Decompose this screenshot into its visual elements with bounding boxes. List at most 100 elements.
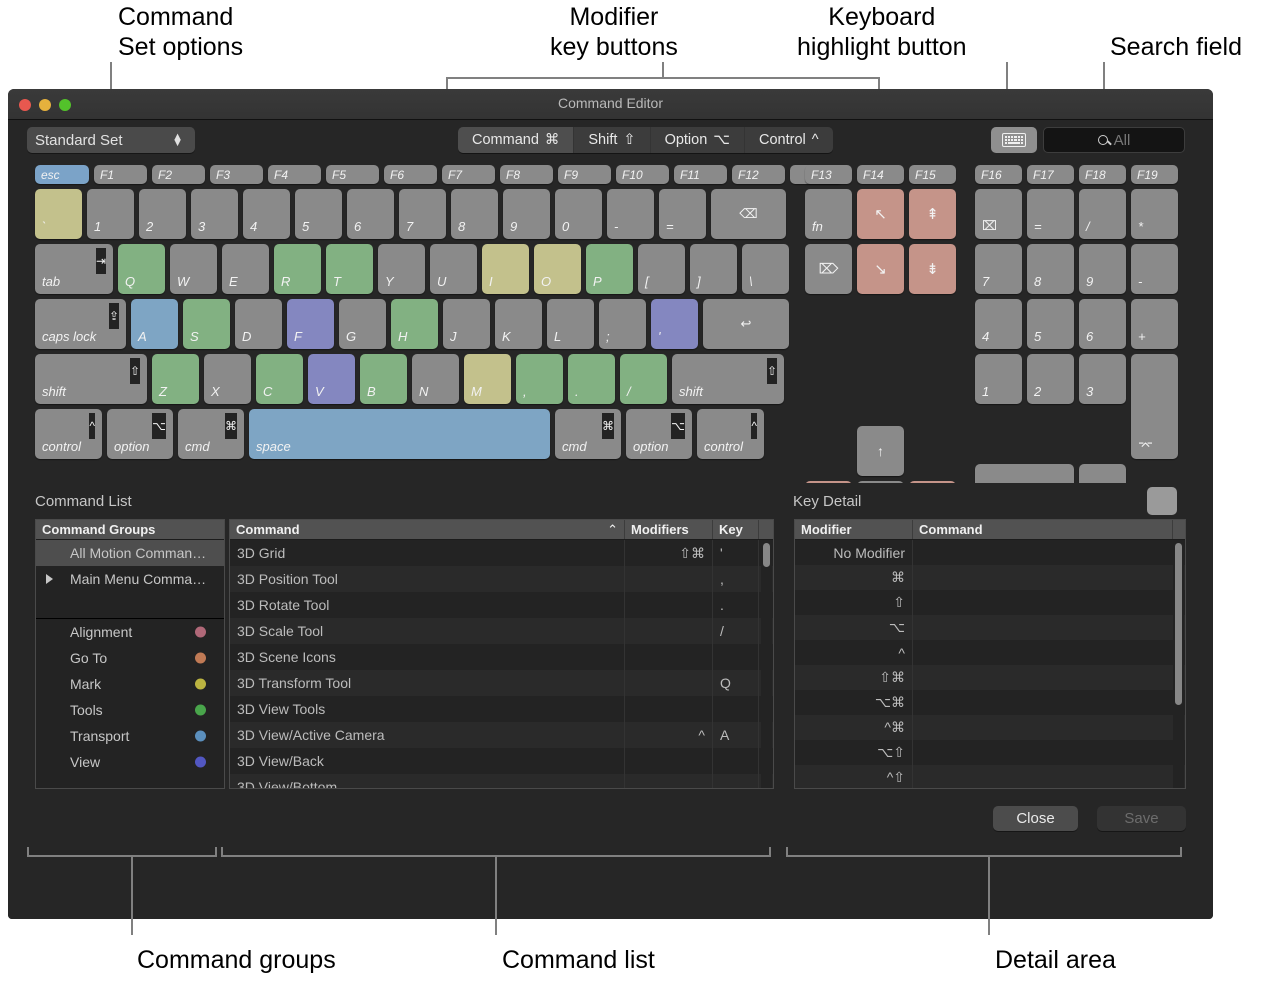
group-row-transport[interactable]: Transport bbox=[36, 723, 224, 749]
modifier-button-option[interactable]: Option ⌥ bbox=[651, 127, 745, 153]
group-row-main-menu-commands[interactable]: Main Menu Comma… bbox=[36, 566, 224, 592]
command-set-popup[interactable]: Standard Set ▲▼ bbox=[27, 127, 195, 153]
table-row[interactable]: No Modifier bbox=[795, 540, 1185, 565]
group-row-view[interactable]: View bbox=[36, 749, 224, 775]
group-row-go-to[interactable]: Go To bbox=[36, 645, 224, 671]
key-minus[interactable]: - bbox=[607, 189, 654, 239]
key-f5[interactable]: F5 bbox=[326, 165, 379, 184]
key-i[interactable]: I bbox=[482, 244, 529, 294]
key-f12[interactable]: F12 bbox=[732, 165, 785, 184]
table-row[interactable]: ⌥⌘ bbox=[795, 690, 1185, 715]
key-f2[interactable]: F2 bbox=[152, 165, 205, 184]
table-row[interactable]: 3D Transform ToolQ bbox=[230, 670, 773, 696]
key-numpad-1[interactable]: 1 bbox=[975, 354, 1022, 404]
group-row-all-motion-commands[interactable]: All Motion Comman… bbox=[36, 540, 224, 566]
key-k[interactable]: K bbox=[495, 299, 542, 349]
key-f4[interactable]: F4 bbox=[268, 165, 321, 184]
key-numpad-3[interactable]: 3 bbox=[1079, 354, 1126, 404]
key-cmd-right[interactable]: ⌘cmd bbox=[555, 409, 621, 459]
key-slash[interactable]: / bbox=[620, 354, 667, 404]
key-u[interactable]: U bbox=[430, 244, 477, 294]
key-arrow-up[interactable]: ↑ bbox=[857, 426, 904, 476]
key-f7[interactable]: F7 bbox=[442, 165, 495, 184]
table-row[interactable]: 3D View/Active Camera^A bbox=[230, 722, 773, 748]
key-quote[interactable]: ' bbox=[651, 299, 698, 349]
table-row[interactable]: ^⇧ bbox=[795, 765, 1185, 789]
key-w[interactable]: W bbox=[170, 244, 217, 294]
key-comma[interactable]: , bbox=[516, 354, 563, 404]
table-row[interactable]: 3D View/Back bbox=[230, 748, 773, 774]
key-period[interactable]: . bbox=[568, 354, 615, 404]
table-row[interactable]: ⇧ bbox=[795, 590, 1185, 615]
table-row[interactable]: 3D Grid⇧⌘' bbox=[230, 540, 773, 566]
key-r[interactable]: R bbox=[274, 244, 321, 294]
key-detail-scrollbar[interactable] bbox=[1173, 540, 1184, 788]
key-f1[interactable]: F1 bbox=[94, 165, 147, 184]
modifier-button-control[interactable]: Control ^ bbox=[745, 127, 833, 153]
key-space[interactable]: space bbox=[249, 409, 550, 459]
key-f3[interactable]: F3 bbox=[210, 165, 263, 184]
key-esc[interactable]: esc bbox=[35, 165, 89, 184]
search-field[interactable]: All bbox=[1043, 127, 1185, 153]
key-numpad-divide[interactable]: / bbox=[1079, 189, 1126, 239]
key-page-up[interactable]: ⇞ bbox=[909, 189, 956, 239]
key-3[interactable]: 3 bbox=[191, 189, 238, 239]
key-numpad-5[interactable]: 5 bbox=[1027, 299, 1074, 349]
key-s[interactable]: S bbox=[183, 299, 230, 349]
key-b[interactable]: B bbox=[360, 354, 407, 404]
key-semicolon[interactable]: ; bbox=[599, 299, 646, 349]
key-backtick[interactable]: ` bbox=[35, 189, 82, 239]
modifier-button-shift[interactable]: Shift ⇧ bbox=[574, 127, 650, 153]
key-f11[interactable]: F11 bbox=[674, 165, 727, 184]
key-q[interactable]: Q bbox=[118, 244, 165, 294]
key-home[interactable]: ↖ bbox=[857, 189, 904, 239]
key-9[interactable]: 9 bbox=[503, 189, 550, 239]
key-option-right[interactable]: ⌥option bbox=[626, 409, 692, 459]
table-row[interactable]: 3D Scene Icons bbox=[230, 644, 773, 670]
key-y[interactable]: Y bbox=[378, 244, 425, 294]
scrollbar-thumb[interactable] bbox=[763, 543, 770, 567]
table-row[interactable]: 3D View Tools bbox=[230, 696, 773, 722]
key-f16[interactable]: F16 bbox=[975, 165, 1022, 184]
key-numpad-9[interactable]: 9 bbox=[1079, 244, 1126, 294]
key-2[interactable]: 2 bbox=[139, 189, 186, 239]
key-forward-delete[interactable]: ⌦ bbox=[805, 244, 852, 294]
key-shift-right[interactable]: ⇧shift bbox=[672, 354, 784, 404]
key-numpad-2[interactable]: 2 bbox=[1027, 354, 1074, 404]
key-numpad-multiply[interactable]: * bbox=[1131, 189, 1178, 239]
key-7[interactable]: 7 bbox=[399, 189, 446, 239]
key-8[interactable]: 8 bbox=[451, 189, 498, 239]
keyboard-highlight-button[interactable] bbox=[991, 127, 1037, 153]
key-z[interactable]: Z bbox=[152, 354, 199, 404]
table-row[interactable]: 3D View/Bottom bbox=[230, 774, 773, 789]
key-0[interactable]: 0 bbox=[555, 189, 602, 239]
column-header-key[interactable]: Key bbox=[713, 520, 759, 539]
key-capslock[interactable]: ⇪caps lock bbox=[35, 299, 126, 349]
key-bracketleft[interactable]: [ bbox=[638, 244, 685, 294]
key-h[interactable]: H bbox=[391, 299, 438, 349]
key-f14[interactable]: F14 bbox=[857, 165, 904, 184]
key-f9[interactable]: F9 bbox=[558, 165, 611, 184]
key-f18[interactable]: F18 bbox=[1079, 165, 1126, 184]
key-delete[interactable]: ⌫ bbox=[711, 189, 786, 239]
key-f10[interactable]: F10 bbox=[616, 165, 669, 184]
key-detail-color-swatch[interactable] bbox=[1147, 487, 1177, 515]
key-end[interactable]: ↘ bbox=[857, 244, 904, 294]
scrollbar-thumb[interactable] bbox=[1175, 543, 1182, 705]
key-6[interactable]: 6 bbox=[347, 189, 394, 239]
table-row[interactable]: ⌥ bbox=[795, 615, 1185, 640]
disclosure-triangle-icon[interactable] bbox=[46, 574, 53, 584]
key-numpad-minus[interactable]: - bbox=[1131, 244, 1178, 294]
key-t[interactable]: T bbox=[326, 244, 373, 294]
key-o[interactable]: O bbox=[534, 244, 581, 294]
key-fn[interactable]: fn bbox=[805, 189, 852, 239]
key-f15[interactable]: F15 bbox=[909, 165, 956, 184]
table-row[interactable]: 3D Rotate Tool. bbox=[230, 592, 773, 618]
key-equals[interactable]: = bbox=[659, 189, 706, 239]
table-row[interactable]: ^⌘ bbox=[795, 715, 1185, 740]
key-x[interactable]: X bbox=[204, 354, 251, 404]
key-numpad-equals[interactable]: = bbox=[1027, 189, 1074, 239]
key-1[interactable]: 1 bbox=[87, 189, 134, 239]
group-row-tools[interactable]: Tools bbox=[36, 697, 224, 723]
table-row[interactable]: 3D Scale Tool/ bbox=[230, 618, 773, 644]
